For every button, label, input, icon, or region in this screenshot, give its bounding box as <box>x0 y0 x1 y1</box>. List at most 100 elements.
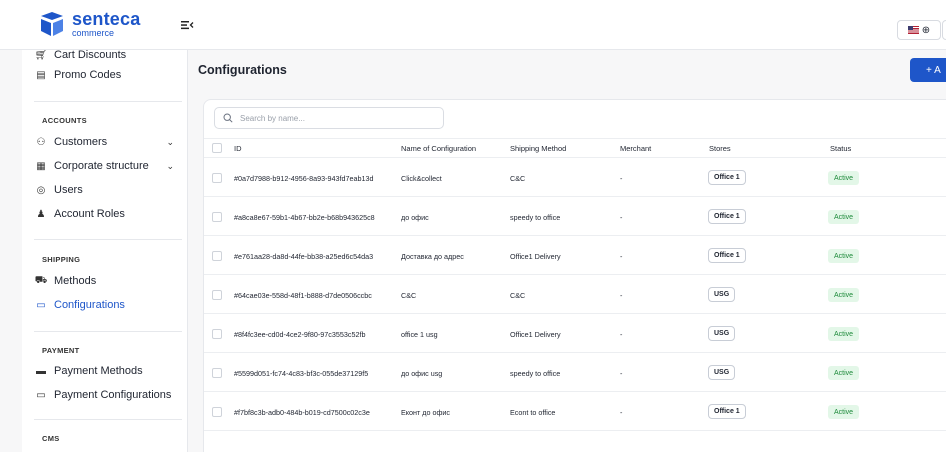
sidebar-item-payment-configurations[interactable]: ▭ Payment Configurations <box>34 385 182 405</box>
sidebar-item-label: Promo Codes <box>54 69 122 81</box>
column-header-merchant[interactable]: Merchant <box>620 144 651 153</box>
users-icon: ⚇ <box>36 136 46 148</box>
cell-name: до офис <box>401 213 429 222</box>
top-bar: senteca commerce ⊕ <box>0 0 946 50</box>
status-badge: Active <box>828 327 860 341</box>
column-header-id[interactable]: ID <box>234 144 242 153</box>
language-selector[interactable]: ⊕ <box>897 20 941 40</box>
table-row[interactable]: #f7bf8c3b-adb0-484b-b019-cd7500c02c3e Еко… <box>204 392 946 431</box>
row-checkbox[interactable] <box>212 407 222 417</box>
cell-id: #0a7d7988-b912-4956-8a93-943fd7eab13d <box>234 174 374 183</box>
search-box <box>214 107 444 129</box>
sidebar-item-label: Users <box>54 184 83 196</box>
sidebar-item-cart-discounts[interactable]: 🛒︎ Cart Discounts <box>34 50 182 65</box>
select-all-checkbox[interactable] <box>212 143 222 153</box>
section-title-cms: CMS <box>42 434 60 443</box>
sidebar-item-label: Methods <box>54 275 97 287</box>
user-menu-button[interactable] <box>942 20 946 40</box>
cell-shipping-method: speedy to office <box>510 369 561 378</box>
column-header-status[interactable]: Status <box>830 144 851 153</box>
sidebar-divider <box>34 331 182 332</box>
page-title: Configurations <box>198 63 287 77</box>
row-checkbox[interactable] <box>212 368 222 378</box>
sidebar-item-label: Account Roles <box>54 208 125 220</box>
search-icon <box>223 113 233 123</box>
table-row[interactable]: #0a7d7988-b912-4956-8a93-943fd7eab13d Cli… <box>204 158 946 197</box>
credit-card-icon: ▭ <box>36 389 46 401</box>
section-title-accounts: ACCOUNTS <box>42 116 87 125</box>
sidebar-item-users[interactable]: ◎ Users <box>34 180 182 200</box>
cell-merchant: - <box>620 408 623 417</box>
sidebar-item-label: Payment Configurations <box>54 389 172 401</box>
table-row[interactable] <box>204 431 946 452</box>
store-badge: Office 1 <box>708 170 746 185</box>
cell-shipping-method: C&C <box>510 174 526 183</box>
section-title-payment: PAYMENT <box>42 346 80 355</box>
cell-id: #e761aa28-da8d-44fe-bb38-a25ed6c54da3 <box>234 252 374 261</box>
cell-id: #f7bf8c3b-adb0-484b-b019-cd7500c02c3e <box>234 408 370 417</box>
configurations-table-panel: ID Name of Configuration Shipping Method… <box>203 99 946 452</box>
sidebar-item-payment-methods[interactable]: ▬ Payment Methods <box>34 361 182 381</box>
brand-logo[interactable]: senteca commerce <box>38 10 140 38</box>
cell-merchant: - <box>620 369 623 378</box>
chevron-down-icon: ⌄ <box>166 136 174 147</box>
ticket-icon: ▤ <box>36 69 46 81</box>
menu-collapse-icon[interactable] <box>180 18 194 32</box>
sidebar-item-label: Customers <box>54 136 108 148</box>
table-row[interactable]: #64cae03e-558d-48f1-b888-d7de0506ccbc C&C… <box>204 275 946 314</box>
row-checkbox[interactable] <box>212 212 222 222</box>
row-checkbox[interactable] <box>212 290 222 300</box>
store-badge: Office 1 <box>708 248 746 263</box>
table-row[interactable]: #a8ca8e67-59b1-4b67-bb2e-b68b943625c8 до … <box>204 197 946 236</box>
store-badge: USG <box>708 326 736 341</box>
building-icon: ▦ <box>36 160 46 172</box>
sidebar-item-configurations[interactable]: ▭ Configurations <box>34 295 182 315</box>
status-badge: Active <box>828 171 860 185</box>
cell-name: office 1 usg <box>401 330 438 339</box>
cell-id: #8f4fc3ee-cd0d-4ce2-9f80-97c3553c52fb <box>234 330 366 339</box>
cell-shipping-method: speedy to office <box>510 213 561 222</box>
sidebar-item-label: Configurations <box>54 299 125 311</box>
cell-name: до офис usg <box>401 369 443 378</box>
cell-id: #64cae03e-558d-48f1-b888-d7de0506ccbc <box>234 291 372 300</box>
column-header-shipping-method[interactable]: Shipping Method <box>510 144 566 153</box>
cell-merchant: - <box>620 291 623 300</box>
sidebar-item-account-roles[interactable]: ♟ Account Roles <box>34 204 182 224</box>
brand-subtitle: commerce <box>72 28 115 38</box>
sidebar-item-methods[interactable]: ⛟ Methods <box>34 271 182 291</box>
cell-shipping-method: Office1 Delivery <box>510 252 561 261</box>
cell-shipping-method: Econt to office <box>510 408 556 417</box>
user-circle-icon: ◎ <box>36 184 46 196</box>
sidebar-item-customers[interactable]: ⚇ Customers ⌄ <box>34 132 182 152</box>
truck-icon: ⛟ <box>34 274 48 286</box>
search-input[interactable] <box>240 113 430 123</box>
column-header-name[interactable]: Name of Configuration <box>401 144 476 153</box>
table-row[interactable]: #8f4fc3ee-cd0d-4ce2-9f80-97c3553c52fb off… <box>204 314 946 353</box>
cell-id: #a8ca8e67-59b1-4b67-bb2e-b68b943625c8 <box>234 213 375 222</box>
cell-merchant: - <box>620 330 623 339</box>
sidebar-item-corporate-structure[interactable]: ▦ Corporate structure ⌄ <box>34 156 182 176</box>
sidebar-divider <box>34 239 182 240</box>
cart-icon: 🛒︎ <box>34 50 48 61</box>
cell-name: Доставка до адрес <box>401 252 464 261</box>
table-row[interactable]: #e761aa28-da8d-44fe-bb38-a25ed6c54da3 Дос… <box>204 236 946 275</box>
add-configuration-button[interactable]: + A <box>910 58 946 82</box>
table-header: ID Name of Configuration Shipping Method… <box>204 138 946 158</box>
column-header-stores[interactable]: Stores <box>709 144 731 153</box>
senteca-logo-icon <box>41 12 63 36</box>
user-role-icon: ♟ <box>36 208 46 220</box>
store-badge: USG <box>708 287 736 302</box>
cell-id: #5599d051-fc74-4c83-bf3c-055de37129f5 <box>234 369 369 378</box>
table-row[interactable]: #5599d051-fc74-4c83-bf3c-055de37129f5 до … <box>204 353 946 392</box>
row-checkbox[interactable] <box>212 173 222 183</box>
store-badge: Office 1 <box>708 209 746 224</box>
cell-merchant: - <box>620 252 623 261</box>
status-badge: Active <box>828 405 860 419</box>
row-checkbox[interactable] <box>212 329 222 339</box>
row-checkbox[interactable] <box>212 251 222 261</box>
sidebar-item-promo-codes[interactable]: ▤ Promo Codes <box>34 65 182 85</box>
cell-merchant: - <box>620 213 623 222</box>
brand-name: senteca <box>72 9 141 29</box>
sidebar-divider <box>34 419 182 420</box>
chevron-down-icon: ⌄ <box>166 160 174 171</box>
